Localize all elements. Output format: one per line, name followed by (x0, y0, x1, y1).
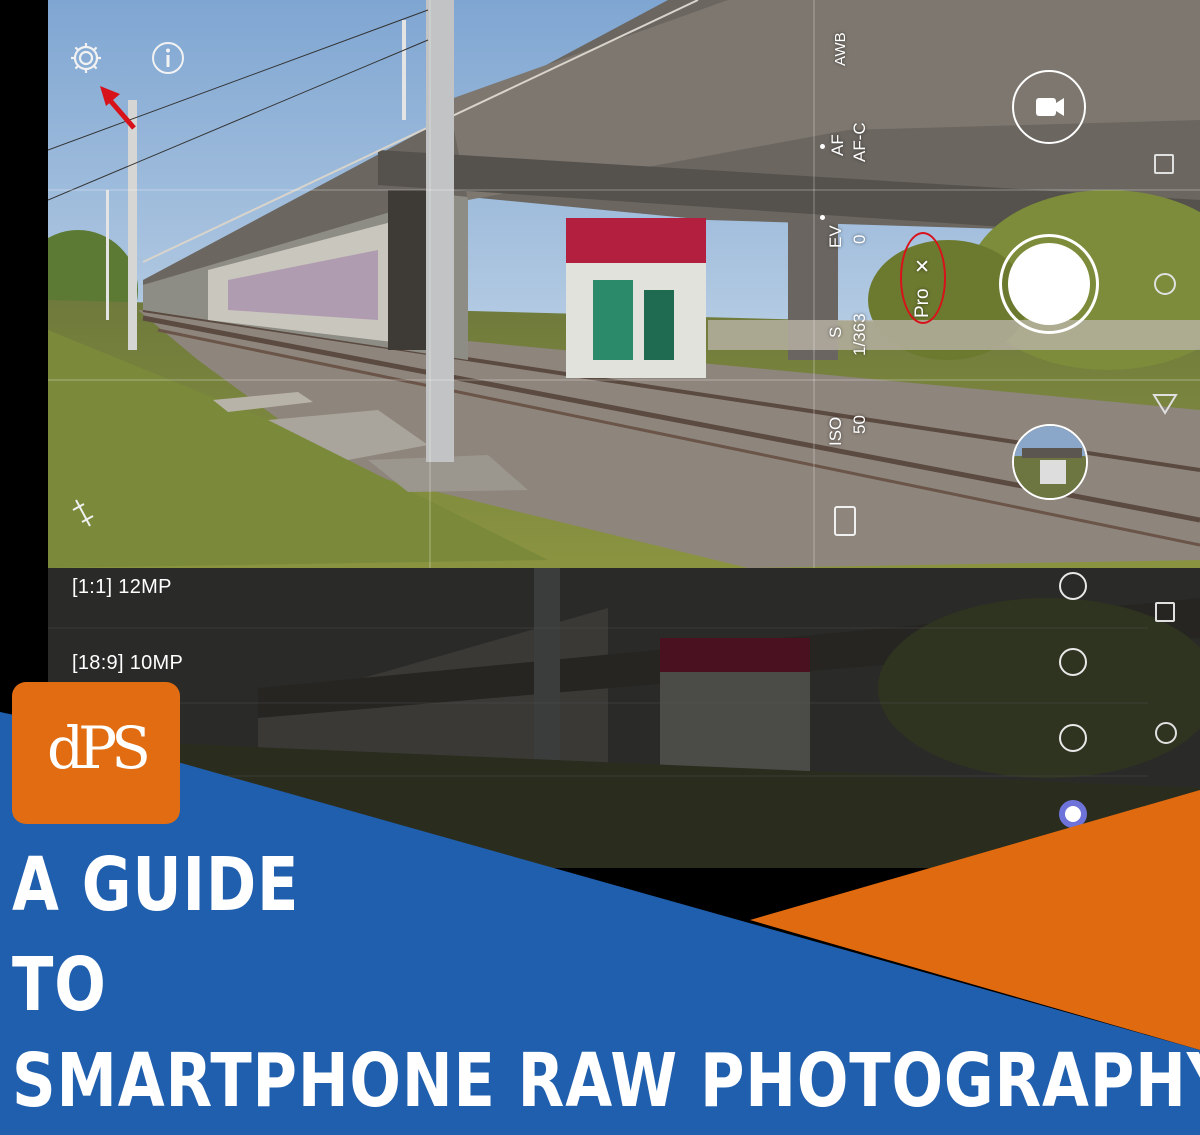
dps-logo: dPS (12, 682, 180, 824)
headline-line-2: TO (12, 942, 107, 1028)
headline-line-1: A GUIDE (12, 842, 300, 928)
banner-shapes (0, 712, 1200, 1135)
headline-line-3: SMARTPHONE RAW PHOTOGRAPHY (12, 1038, 1200, 1124)
dps-logo-text: dPS (47, 714, 151, 782)
